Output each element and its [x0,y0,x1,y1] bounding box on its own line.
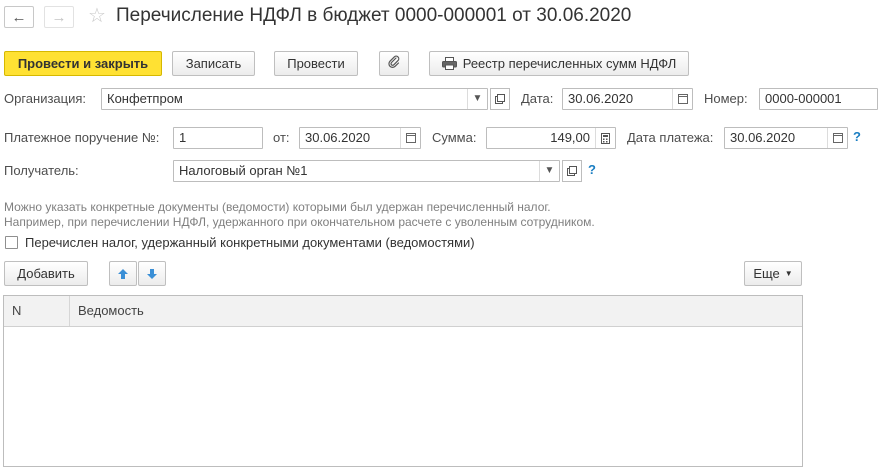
page-title: Перечисление НДФЛ в бюджет 0000-000001 о… [116,5,632,26]
organization-dropdown-button[interactable]: ▼ [467,89,487,109]
caret-down-icon: ▼ [784,269,793,278]
specific-documents-label[interactable]: Перечислен налог, удержанный конкретными… [25,235,475,251]
from-date-value: 30.06.2020 [305,130,371,145]
recipient-label: Получатель: [4,163,79,178]
post-button[interactable]: Провести [274,51,358,76]
statements-table[interactable]: N Ведомость [3,295,803,467]
payment-date-field[interactable]: 30.06.2020 [724,127,848,149]
column-header-statement[interactable]: Ведомость [70,296,802,326]
recipient-value: Налоговый орган №1 [179,163,308,178]
payment-order-label: Платежное поручение №: [4,130,160,145]
payment-order-value: 1 [179,130,187,145]
ndfl-registry-label: Реестр перечисленных сумм НДФЛ [462,56,677,71]
printer-icon [441,57,457,70]
open-form-icon [567,166,577,176]
save-label: Записать [185,56,242,71]
hint-line-1: Можно указать конкретные документы (ведо… [4,200,551,214]
open-form-icon [495,94,505,104]
more-label: Еще [753,266,780,281]
payment-date-value: 30.06.2020 [730,130,796,145]
sum-label: Сумма: [432,130,477,145]
hint-line-2: Например, при перечислении НДФЛ, удержан… [4,215,595,229]
add-row-button[interactable]: Добавить [4,261,88,286]
more-button[interactable]: Еще ▼ [744,261,802,286]
date-value: 30.06.2020 [568,91,634,106]
arrow-down-icon [147,268,157,279]
date-field[interactable]: 30.06.2020 [562,88,693,110]
sum-field[interactable]: 149,00 [486,127,616,149]
paperclip-icon [387,55,401,72]
calendar-icon [832,133,843,143]
back-button[interactable]: ← [4,6,34,28]
calendar-icon [677,94,688,104]
favorite-star-icon[interactable]: ☆ [88,5,106,27]
chevron-down-icon: ▼ [472,93,483,104]
table-header: N Ведомость [4,296,802,327]
forward-arrow-icon: → [51,8,67,26]
number-value: 0000-000001 [765,91,842,106]
chevron-down-icon: ▼ [544,165,555,176]
post-and-close-button[interactable]: Провести и закрыть [4,51,162,76]
organization-value: Конфетпром [107,91,183,106]
organization-open-button[interactable] [490,88,510,110]
recipient-open-button[interactable] [562,160,582,182]
arrow-up-icon [118,268,128,279]
specific-documents-checkbox[interactable] [5,236,18,249]
payment-date-calendar-button[interactable] [827,128,847,148]
number-label: Номер: [704,91,748,106]
back-arrow-icon: ← [11,8,27,26]
save-button[interactable]: Записать [172,51,255,76]
help-icon[interactable]: ? [588,162,596,177]
date-label: Дата: [521,91,554,106]
number-field[interactable]: 0000-000001 [759,88,878,110]
attach-button[interactable] [379,51,409,76]
sum-value: 149,00 [550,130,590,145]
post-label: Провести [287,56,345,71]
from-date-field[interactable]: 30.06.2020 [299,127,421,149]
column-header-n[interactable]: N [4,296,70,326]
ndfl-registry-button[interactable]: Реестр перечисленных сумм НДФЛ [429,51,689,76]
organization-field[interactable]: Конфетпром ▼ [101,88,488,110]
help-icon[interactable]: ? [853,129,861,144]
payment-order-field[interactable]: 1 [173,127,263,149]
from-label: от: [273,130,290,145]
sum-calculator-button[interactable] [595,128,615,148]
calculator-icon [601,132,610,144]
date-calendar-button[interactable] [672,89,692,109]
add-row-label: Добавить [17,266,75,281]
payment-date-label: Дата платежа: [627,130,714,145]
forward-button[interactable]: → [44,6,74,28]
from-date-calendar-button[interactable] [400,128,420,148]
calendar-icon [405,133,416,143]
recipient-field[interactable]: Налоговый орган №1 ▼ [173,160,560,182]
organization-label: Организация: [4,91,87,106]
move-up-button[interactable] [109,261,137,286]
recipient-dropdown-button[interactable]: ▼ [539,161,559,181]
post-and-close-label: Провести и закрыть [17,56,149,71]
move-down-button[interactable] [138,261,166,286]
